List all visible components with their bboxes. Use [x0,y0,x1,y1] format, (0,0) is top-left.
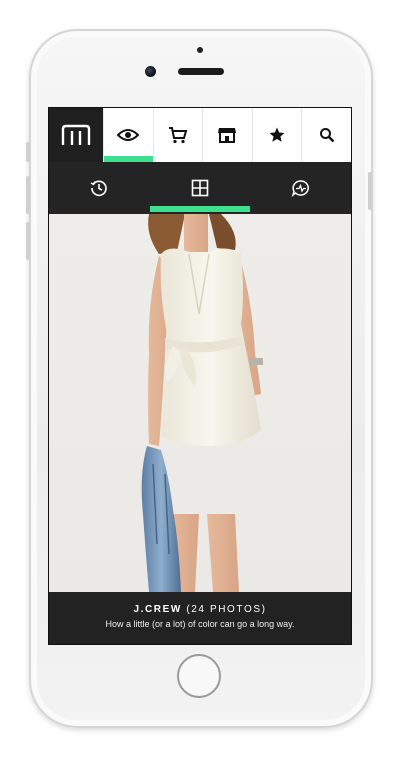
earpiece-speaker [178,68,224,75]
proximity-sensor [197,47,203,53]
cart-icon [168,127,188,144]
front-camera [145,66,156,77]
search-icon [319,128,335,143]
tab-search[interactable] [301,108,351,162]
subtab-grid[interactable] [149,162,251,214]
volume-down-button [26,222,30,260]
volume-up-button [26,176,30,214]
home-button[interactable] [177,654,221,698]
star-icon [269,127,285,142]
eye-icon [117,129,140,141]
caption-brand[interactable]: J.CREW [133,604,182,615]
caption-photo-count: (24 PHOTOS) [186,604,267,615]
subtab-activity[interactable] [250,162,351,214]
brand-logo[interactable] [49,108,103,162]
top-nav-bar [49,108,351,162]
model-illustration [141,214,263,592]
tab-cart[interactable] [152,108,203,162]
sub-nav-bar [49,162,351,214]
tab-stores[interactable] [202,108,252,162]
grid-icon [191,179,209,197]
caption-subtitle: How a little (or a lot) of color can go … [105,619,295,629]
active-subtab-indicator [149,206,251,212]
tab-browse[interactable] [103,108,153,162]
fashion-photo[interactable] [49,214,351,592]
store-icon [218,128,237,143]
mute-switch [26,142,30,162]
app-screen: J.CREW (24 PHOTOS) How a little (or a lo… [48,107,352,645]
brand-logo-icon [61,124,91,145]
caption-title: J.CREW (24 PHOTOS) [49,604,351,615]
tab-favorites[interactable] [251,108,302,162]
history-icon [90,180,108,197]
photo-caption: J.CREW (24 PHOTOS) How a little (or a lo… [49,592,351,644]
subtab-history[interactable] [49,162,150,214]
activity-chat-icon [291,180,309,197]
power-button [368,172,372,210]
